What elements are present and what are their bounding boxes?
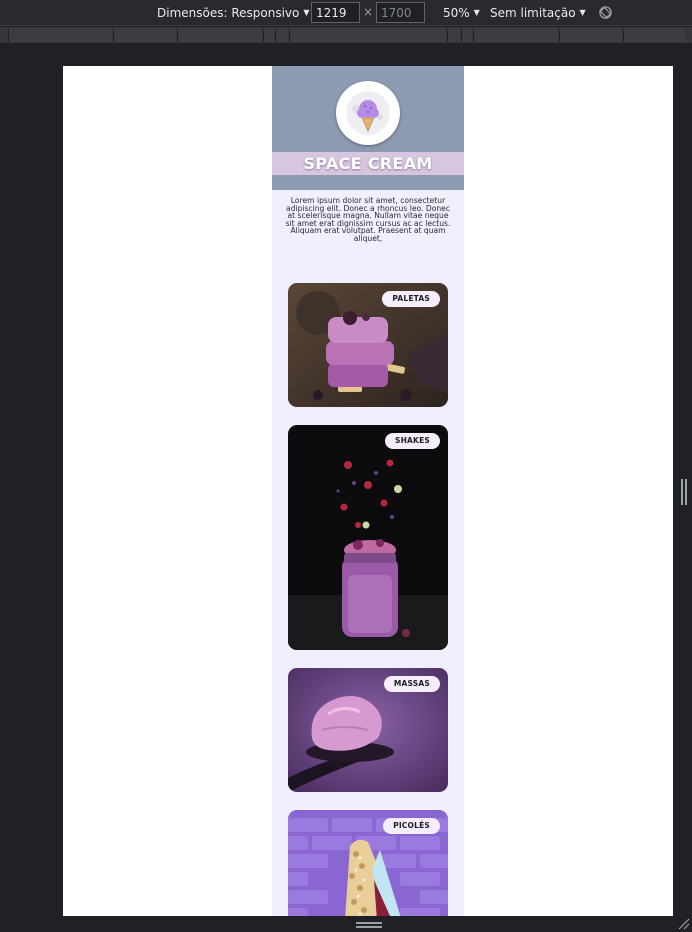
dimensions-dropdown[interactable]: Dimensões: Responsivo ▼ bbox=[157, 0, 310, 26]
emulated-viewport: SPACE CREAM Lorem ipsum dolor sit amet, … bbox=[63, 66, 673, 916]
ice-cream-cone-icon bbox=[346, 91, 390, 135]
zoom-dropdown[interactable]: 50% ▼ bbox=[443, 0, 480, 26]
caret-down-icon: ▼ bbox=[579, 7, 586, 17]
category-card-picoles[interactable]: PICOLÉS bbox=[288, 810, 448, 916]
media-query-segment[interactable] bbox=[113, 29, 176, 42]
category-badge: PALETAS bbox=[382, 291, 440, 307]
zoom-label: 50% bbox=[443, 6, 470, 20]
media-query-segment[interactable] bbox=[461, 29, 472, 42]
times-separator: × bbox=[363, 5, 374, 19]
caret-down-icon: ▼ bbox=[303, 7, 310, 17]
category-card-shakes[interactable]: SHAKES bbox=[288, 425, 448, 650]
milkshake-photo bbox=[288, 425, 448, 650]
device-toolbar: Dimensões: Responsivo ▼ × 50% ▼ Sem limi… bbox=[0, 0, 692, 26]
category-badge: MASSAS bbox=[383, 676, 440, 692]
category-card-paletas[interactable]: PALETAS bbox=[288, 283, 448, 407]
category-card-massas[interactable]: MASSAS bbox=[288, 668, 448, 792]
caret-down-icon: ▼ bbox=[473, 7, 480, 17]
category-badge: SHAKES bbox=[384, 433, 440, 449]
ice-cream-logo[interactable] bbox=[336, 81, 400, 145]
media-query-segment[interactable] bbox=[263, 29, 274, 42]
media-query-segment[interactable] bbox=[447, 29, 460, 42]
throttle-label: Sem limitação bbox=[490, 6, 576, 20]
site-header: SPACE CREAM bbox=[272, 66, 464, 190]
width-input[interactable] bbox=[311, 2, 360, 23]
intro-text: Lorem ipsum dolor sit amet, consectetur … bbox=[285, 196, 451, 243]
dimensions-label: Dimensões: Responsivo bbox=[157, 6, 300, 20]
media-query-segment[interactable] bbox=[473, 29, 558, 42]
brand-title: SPACE CREAM bbox=[303, 154, 433, 173]
bottom-resize-handle[interactable] bbox=[356, 922, 382, 928]
throttle-dropdown[interactable]: Sem limitação ▼ bbox=[490, 0, 586, 26]
right-resize-handle[interactable] bbox=[680, 479, 688, 505]
corner-resize-icon[interactable] bbox=[676, 916, 690, 930]
media-query-segment[interactable] bbox=[177, 29, 262, 42]
media-query-segment[interactable] bbox=[289, 29, 446, 42]
media-query-segment[interactable] bbox=[623, 29, 685, 42]
category-badge: PICOLÉS bbox=[383, 818, 440, 834]
height-input[interactable] bbox=[376, 2, 425, 23]
media-query-bar[interactable] bbox=[0, 27, 692, 44]
devtools-device-mode: Dimensões: Responsivo ▼ × 50% ▼ Sem limi… bbox=[0, 0, 692, 932]
rotate-icon[interactable] bbox=[598, 5, 613, 20]
media-query-segment[interactable] bbox=[559, 29, 622, 42]
media-query-segment[interactable] bbox=[8, 29, 112, 42]
media-query-segment[interactable] bbox=[275, 29, 288, 42]
space-cream-page: SPACE CREAM Lorem ipsum dolor sit amet, … bbox=[272, 66, 464, 916]
